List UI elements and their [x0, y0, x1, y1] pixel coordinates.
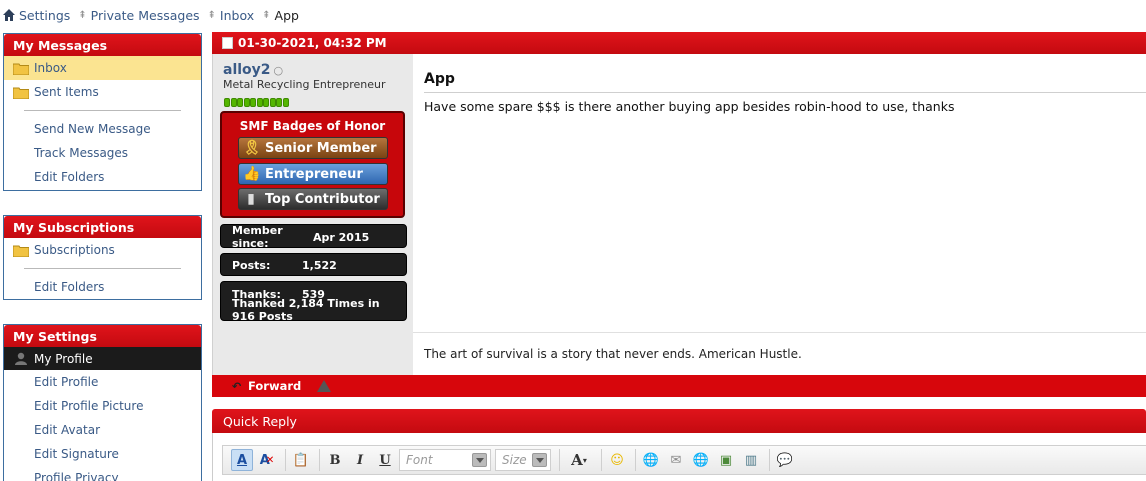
folder-icon: [13, 245, 29, 257]
underline-icon[interactable]: U: [374, 449, 396, 471]
sidebar-item-track-messages[interactable]: Track Messages: [4, 141, 201, 165]
chevron-down-icon: [472, 453, 487, 467]
sidebar-item-subscriptions[interactable]: Subscriptions: [4, 238, 201, 262]
badge-entrepreneur: 👍 Entrepreneur: [238, 163, 388, 185]
sidebar-item-label: Subscriptions: [34, 243, 115, 257]
username-link[interactable]: alloy2 ○: [223, 62, 283, 78]
size-select[interactable]: Size: [495, 449, 551, 471]
offline-status-icon: ○: [273, 64, 284, 77]
home-icon[interactable]: [3, 9, 15, 21]
quick-reply-header[interactable]: Quick Reply: [212, 409, 1146, 433]
editor-toolbar: A A ✕ 📋 B I U Font Size A ▾ ☺ 🌐 ✉ 🌐 ▣ ▥ 💬: [222, 445, 1146, 475]
sidebar-item-edit-folders[interactable]: Edit Folders: [4, 275, 201, 299]
quick-reply-body: A A ✕ 📋 B I U Font Size A ▾ ☺ 🌐 ✉ 🌐 ▣ ▥ 💬: [212, 433, 1146, 481]
my-messages-title: My Messages: [4, 34, 201, 56]
sidebar-item-edit-folders[interactable]: Edit Folders: [4, 165, 201, 189]
user-icon: [15, 352, 27, 365]
breadcrumb-separator-icon: ⇞: [78, 9, 87, 21]
switch-editor-mode-icon[interactable]: A: [231, 449, 253, 471]
font-select-placeholder: Font: [406, 453, 433, 467]
folder-icon: [13, 87, 29, 99]
sidebar-item-inbox[interactable]: Inbox: [4, 56, 201, 80]
sidebar-item-edit-avatar[interactable]: Edit Avatar: [4, 418, 201, 442]
folder-icon: [13, 63, 29, 75]
breadcrumb-separator-icon: ⇞: [262, 9, 271, 21]
link-icon[interactable]: 🌐: [640, 449, 662, 471]
divider: [24, 110, 181, 111]
sidebar-item-label: Inbox: [34, 61, 67, 75]
my-subscriptions-block: My Subscriptions Subscriptions Edit Fold…: [3, 215, 202, 300]
message-title: App: [424, 71, 455, 87]
sidebar-item-send-new-message[interactable]: Send New Message: [4, 117, 201, 141]
chevron-down-icon: [532, 453, 547, 467]
breadcrumb-separator-icon: ⇞: [207, 9, 216, 21]
message-text: Have some spare $$$ is there another buy…: [424, 99, 955, 114]
thanks-box: Thanks: 539 Thanked 2,184 Times in 916 Po…: [220, 281, 407, 323]
forward-icon[interactable]: ↶: [232, 380, 244, 393]
bold-icon[interactable]: B: [324, 449, 346, 471]
badges-of-honor: SMF Badges of Honor 🎗 Senior Member 👍 En…: [220, 111, 405, 218]
member-since-box: Member since: Apr 2015: [220, 224, 407, 250]
breadcrumb-current: App: [274, 7, 299, 23]
badge-senior-member: 🎗 Senior Member: [238, 137, 388, 159]
user-info-panel: alloy2 ○ Metal Recycling Entrepreneur SMF…: [212, 54, 413, 375]
sidebar-item-label: Sent Items: [34, 85, 99, 99]
message-date: 01-30-2021, 04:32 PM: [238, 36, 387, 50]
member-since-value: Apr 2015: [313, 230, 370, 244]
font-select[interactable]: Font: [399, 449, 491, 471]
divider: [413, 332, 1146, 333]
insert-video-icon[interactable]: ▥: [740, 449, 762, 471]
size-select-placeholder: Size: [502, 453, 527, 467]
message-header: 01-30-2021, 04:32 PM: [212, 32, 1146, 54]
sidebar-item-edit-signature[interactable]: Edit Signature: [4, 442, 201, 466]
posts-value: 1,522: [302, 258, 337, 272]
sidebar-item-edit-profile-picture[interactable]: Edit Profile Picture: [4, 394, 201, 418]
thanked-line: Thanked 2,184 Times in 916 Posts: [232, 297, 380, 323]
posts-box: Posts: 1,522: [220, 253, 407, 276]
paste-icon[interactable]: 📋: [290, 449, 312, 471]
divider: [24, 268, 181, 269]
my-messages-block: My Messages Inbox Sent Items Send New Me…: [3, 33, 202, 191]
report-icon[interactable]: [317, 380, 332, 392]
forward-button[interactable]: Forward: [248, 379, 301, 393]
badge-label: Entrepreneur: [265, 166, 363, 182]
username[interactable]: alloy2: [223, 62, 271, 78]
font-color-icon[interactable]: A ▾: [564, 449, 594, 471]
remove-formatting-icon[interactable]: A ✕: [256, 449, 278, 471]
my-settings-block: My Settings My Profile Edit Profile Edit…: [3, 324, 202, 481]
message-body: App Have some spare $$$ is there another…: [413, 54, 1146, 375]
unlink-icon[interactable]: 🌐: [690, 449, 712, 471]
my-settings-title: My Settings: [4, 325, 201, 347]
email-icon[interactable]: ✉: [665, 449, 687, 471]
sidebar-item-my-profile[interactable]: My Profile: [4, 347, 201, 370]
sidebar-item-sent-items[interactable]: Sent Items: [4, 80, 201, 104]
breadcrumb-settings[interactable]: Settings: [19, 8, 70, 23]
member-since-label: Member since:: [232, 224, 283, 250]
message-signature: The art of survival is a story that neve…: [424, 347, 802, 361]
badges-title: SMF Badges of Honor: [239, 119, 386, 133]
badge-label: Senior Member: [265, 140, 377, 156]
badge-label: Top Contributor: [265, 191, 380, 207]
sidebar-item-edit-profile[interactable]: Edit Profile: [4, 370, 201, 394]
sidebar-item-label: My Profile: [34, 351, 93, 366]
ribbon-icon: 🎗: [243, 140, 261, 156]
smiley-icon[interactable]: ☺: [606, 449, 628, 471]
user-title: Metal Recycling Entrepreneur: [223, 78, 386, 91]
message-footer: ↶ Forward: [212, 375, 1146, 397]
document-icon: [222, 37, 233, 49]
breadcrumb-private-messages[interactable]: Private Messages: [91, 8, 200, 23]
reputation-bar: [224, 98, 289, 107]
document-icon: ▮: [247, 191, 255, 207]
breadcrumb: Settings ⇞ Private Messages ⇞ Inbox ⇞ Ap…: [3, 7, 299, 23]
breadcrumb-inbox[interactable]: Inbox: [220, 8, 254, 23]
quote-icon[interactable]: 💬: [774, 449, 796, 471]
my-subscriptions-title: My Subscriptions: [4, 216, 201, 238]
italic-icon[interactable]: I: [349, 449, 371, 471]
thumbs-up-icon: 👍: [243, 166, 261, 182]
sidebar-item-profile-privacy[interactable]: Profile Privacy: [4, 466, 201, 481]
badge-top-contributor: ▮ Top Contributor: [238, 188, 388, 210]
posts-label: Posts:: [232, 258, 271, 272]
insert-image-icon[interactable]: ▣: [715, 449, 737, 471]
divider: [424, 92, 1146, 93]
